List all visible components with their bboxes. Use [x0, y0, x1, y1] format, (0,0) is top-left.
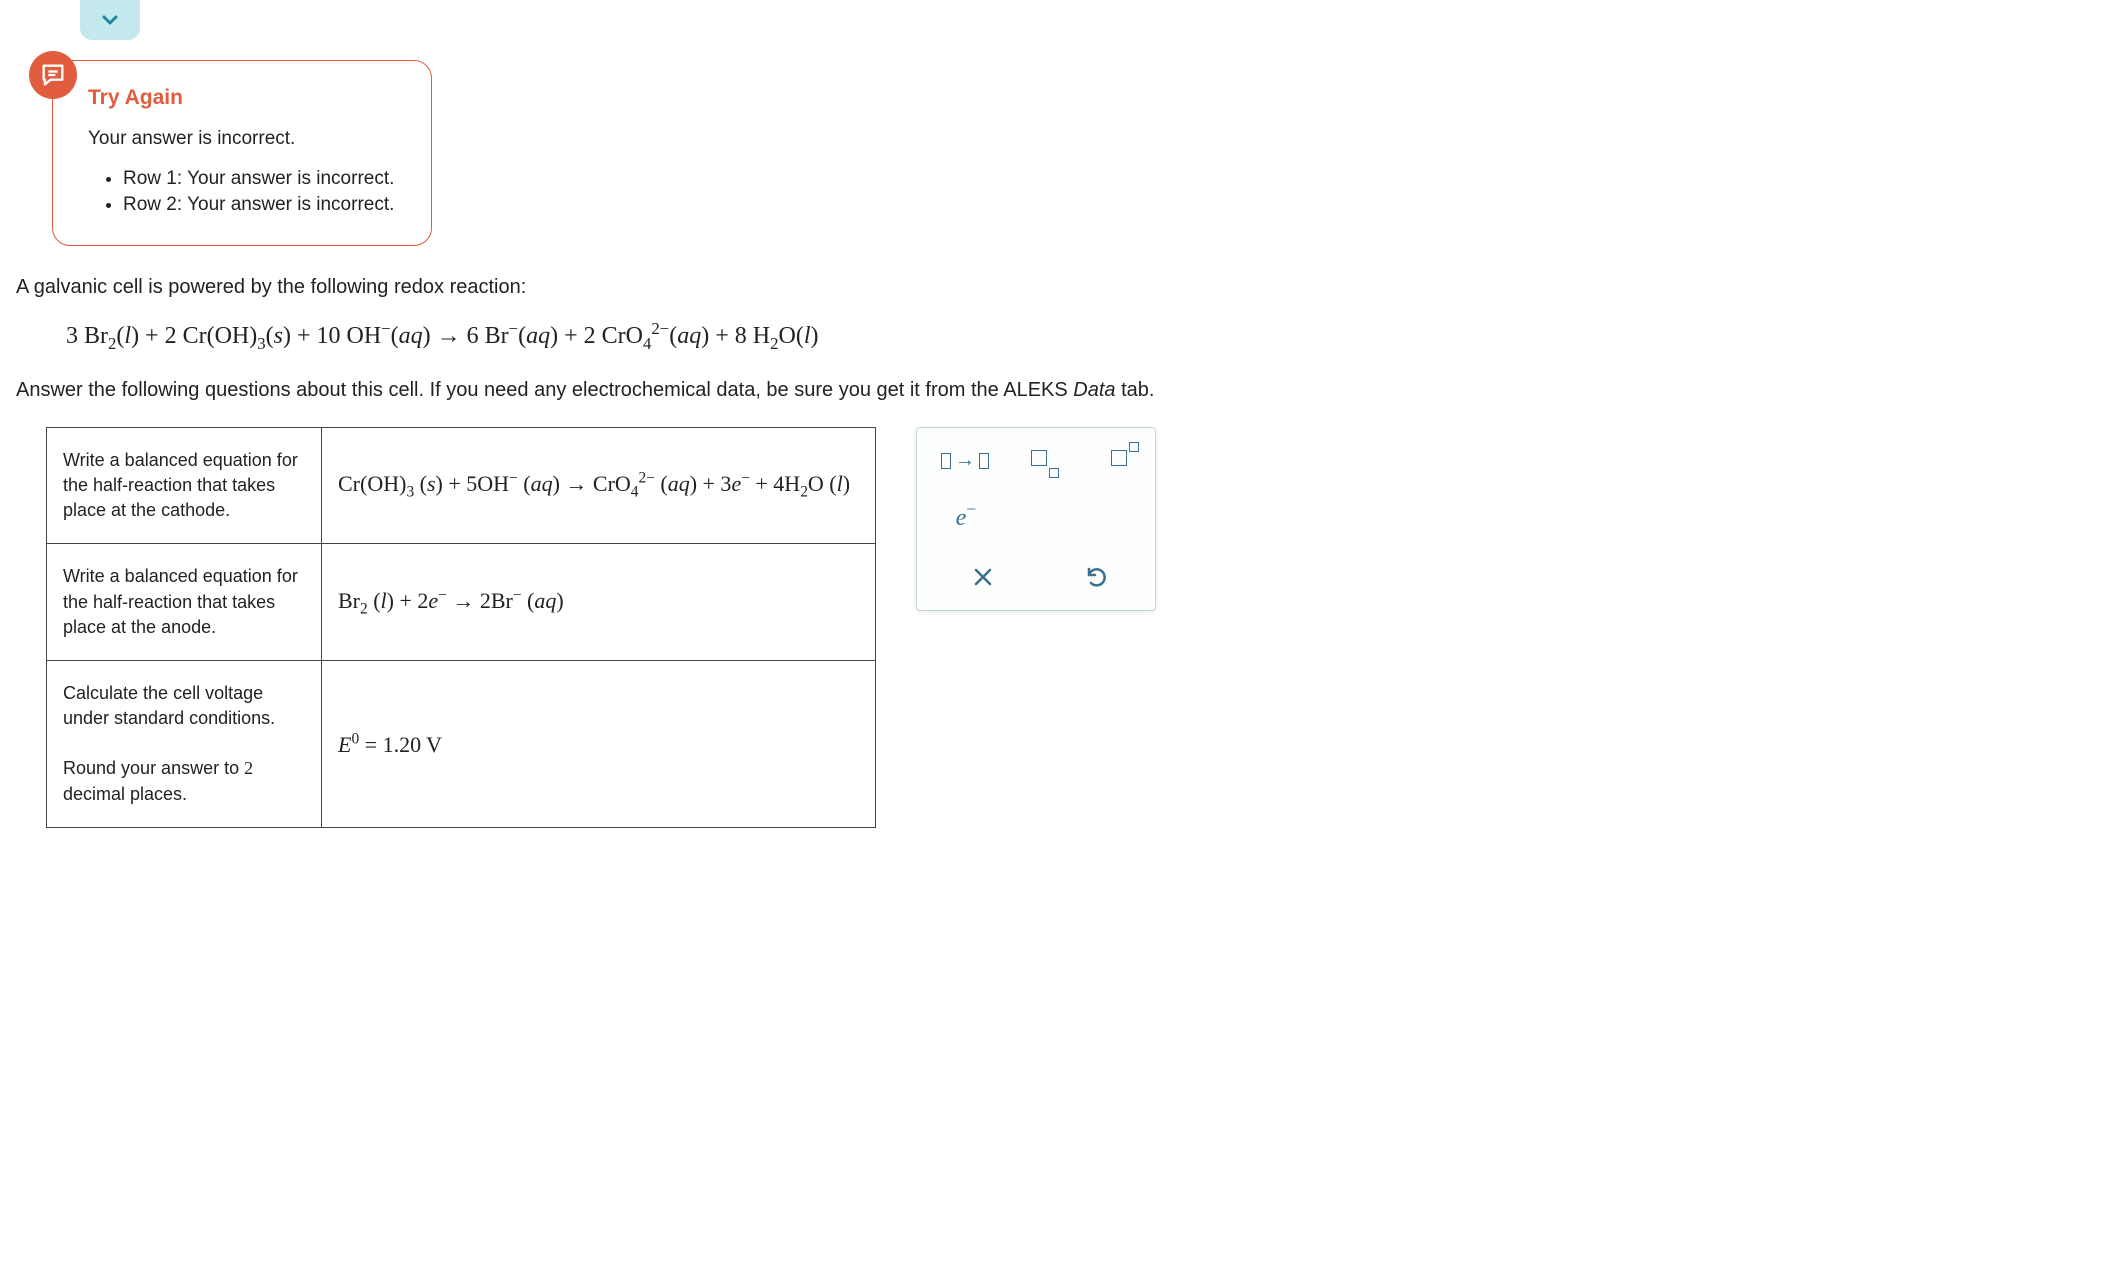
question-instruction: Answer the following questions about thi…	[16, 379, 2106, 402]
question-body: A galvanic cell is powered by the follow…	[0, 276, 2122, 828]
table-row: Write a balanced equation for the half-r…	[47, 427, 876, 544]
cathode-prompt: Write a balanced equation for the half-r…	[47, 427, 322, 544]
feedback-bubble: Try Again Your answer is incorrect. Row …	[52, 60, 432, 246]
answer-table: Write a balanced equation for the half-r…	[46, 427, 876, 828]
arrow-icon: →	[955, 449, 975, 472]
feedback-title: Try Again	[88, 86, 401, 110]
undo-button[interactable]	[1077, 560, 1117, 594]
anode-answer-cell[interactable]: Br2 (l) + 2e− → 2Br− (aq)	[322, 544, 876, 661]
feedback-container: Try Again Your answer is incorrect. Row …	[12, 60, 2122, 246]
electron-tool[interactable]: e−	[941, 502, 981, 536]
feedback-bullet: Row 1: Your answer is incorrect.	[123, 168, 401, 190]
undo-icon	[1085, 565, 1109, 589]
cathode-answer-cell[interactable]: Cr(OH)3 (s) + 5OH− (aq) → CrO42− (aq) + …	[322, 427, 876, 544]
voltage-prompt: Calculate the cell voltage under standar…	[47, 660, 322, 827]
reaction-arrow-tool[interactable]: →	[941, 444, 989, 478]
placeholder-box-icon	[1031, 450, 1047, 466]
subscript-tool[interactable]	[1019, 444, 1059, 478]
superscript-tool[interactable]	[1099, 444, 1139, 478]
placeholder-box-icon	[979, 453, 989, 469]
electron-icon: e−	[956, 505, 967, 532]
voltage-answer: E0 = 1.20 V	[338, 732, 442, 757]
table-row: Calculate the cell voltage under standar…	[47, 660, 876, 827]
anode-prompt: Write a balanced equation for the half-r…	[47, 544, 322, 661]
anode-answer-equation: Br2 (l) + 2e− → 2Br− (aq)	[338, 588, 564, 613]
cathode-answer-equation: Cr(OH)3 (s) + 5OH− (aq) → CrO42− (aq) + …	[338, 471, 850, 496]
feedback-summary: Your answer is incorrect.	[88, 128, 401, 150]
equation-toolbox: → e−	[916, 427, 1156, 611]
x-icon	[971, 565, 995, 589]
expand-chevron-button[interactable]	[80, 0, 140, 40]
question-intro: A galvanic cell is powered by the follow…	[16, 276, 2106, 299]
subscript-box-icon	[1049, 468, 1059, 478]
data-tab-reference: Data	[1073, 379, 1115, 401]
clear-button[interactable]	[963, 560, 1003, 594]
table-row: Write a balanced equation for the half-r…	[47, 544, 876, 661]
placeholder-box-icon	[941, 453, 951, 469]
voltage-answer-cell[interactable]: E0 = 1.20 V	[322, 660, 876, 827]
chevron-down-icon	[98, 8, 122, 32]
placeholder-box-icon	[1111, 450, 1127, 466]
feedback-speech-icon	[29, 51, 77, 99]
overall-redox-equation: 3 Br2(l) + 2 Cr(OH)3(s) + 10 OH−(aq) → 6…	[66, 319, 2106, 354]
superscript-box-icon	[1129, 442, 1139, 452]
feedback-bullet: Row 2: Your answer is incorrect.	[123, 194, 401, 216]
feedback-bullet-list: Row 1: Your answer is incorrect. Row 2: …	[88, 168, 401, 216]
